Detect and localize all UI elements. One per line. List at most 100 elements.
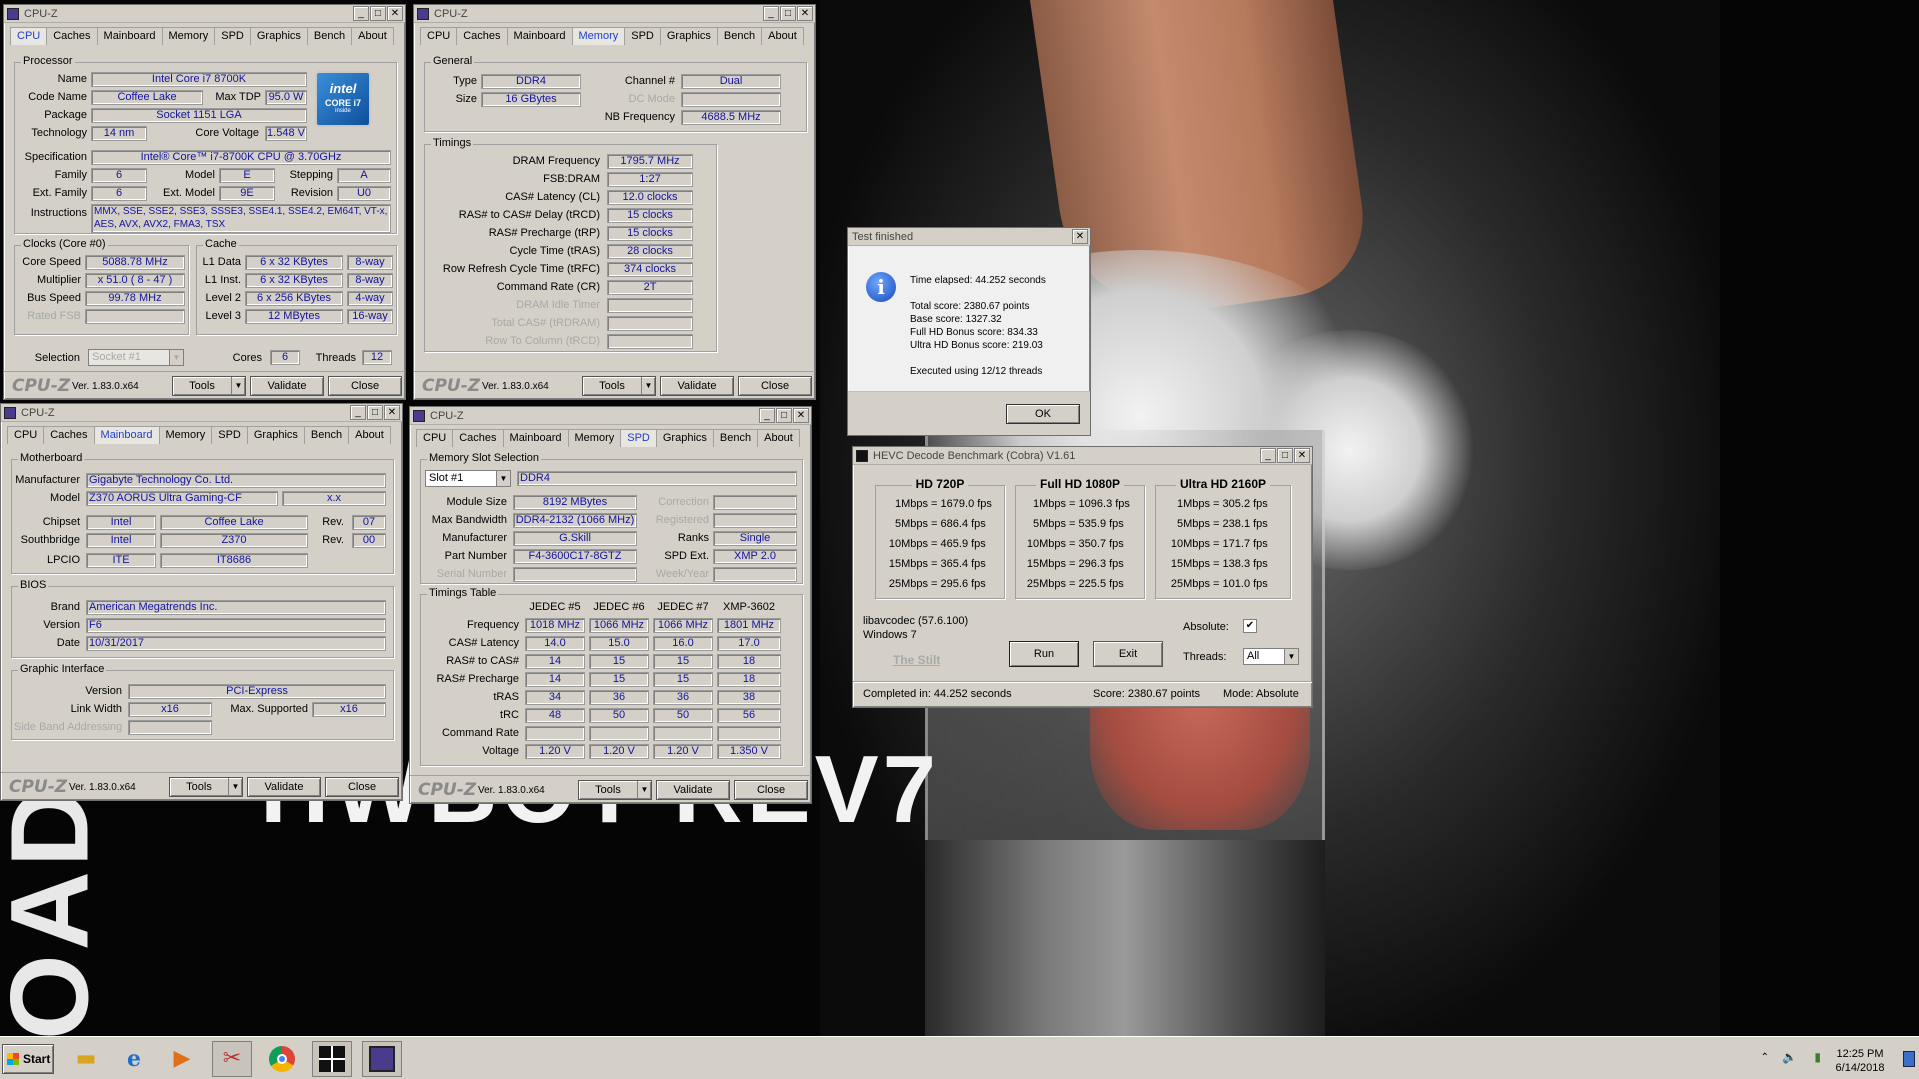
minimize-icon[interactable]: _ [763, 6, 779, 21]
table-cell: 50 [589, 708, 649, 723]
chevron-down-icon[interactable]: ▼ [641, 377, 655, 395]
snipping-tool-icon[interactable]: ✂ [212, 1041, 252, 1077]
credit-link[interactable]: The Stilt [893, 653, 940, 667]
chevron-down-icon[interactable]: ▼ [637, 781, 651, 799]
run-button[interactable]: Run [1009, 641, 1079, 667]
tab-mainboard[interactable]: Mainboard [506, 27, 573, 45]
validate-button[interactable]: Validate [656, 780, 730, 800]
maximize-icon[interactable]: □ [780, 6, 796, 21]
tab-mainboard[interactable]: Mainboard [96, 27, 163, 45]
tab-graphics[interactable]: Graphics [655, 429, 714, 447]
close-icon[interactable]: ✕ [797, 6, 813, 21]
tab-mainboard[interactable]: Mainboard [93, 426, 160, 444]
chevron-down-icon[interactable]: ▼ [228, 778, 242, 796]
tab-graphics[interactable]: Graphics [249, 27, 308, 45]
close-icon[interactable]: ✕ [384, 405, 400, 420]
chevron-down-icon[interactable]: ▼ [231, 377, 245, 395]
tab-graphics[interactable]: Graphics [659, 27, 718, 45]
tab-cpu[interactable]: CPU [420, 27, 458, 45]
tab-caches[interactable]: Caches [46, 27, 98, 45]
tab-cpu[interactable]: CPU [7, 426, 45, 444]
tab-bench[interactable]: Bench [716, 27, 763, 45]
clock[interactable]: 12:25 PM 6/14/2018 [1825, 1047, 1895, 1075]
cpuz-taskbar-icon[interactable] [362, 1041, 402, 1077]
close-icon[interactable]: ✕ [793, 408, 809, 423]
table-cell: 1066 MHz [653, 618, 713, 633]
start-button[interactable]: Start [2, 1044, 54, 1074]
tools-button[interactable]: Tools ▼ [578, 780, 652, 800]
title-bar[interactable]: CPU-Z _ □ ✕ [410, 407, 811, 425]
tools-button[interactable]: Tools ▼ [582, 376, 656, 396]
title-bar[interactable]: HEVC Decode Benchmark (Cobra) V1.61 _ □ ✕ [853, 447, 1312, 465]
close-button[interactable]: Close [738, 376, 812, 396]
tab-about[interactable]: About [757, 429, 800, 447]
maximize-icon[interactable]: □ [367, 405, 383, 420]
close-button[interactable]: Close [734, 780, 808, 800]
minimize-icon[interactable]: _ [759, 408, 775, 423]
media-player-icon[interactable]: ▶ [162, 1041, 202, 1077]
maximize-icon[interactable]: □ [370, 6, 386, 21]
chevron-down-icon[interactable]: ▼ [496, 471, 510, 486]
hevc-benchmark-window: HEVC Decode Benchmark (Cobra) V1.61 _ □ ✕ … [852, 446, 1313, 708]
chevron-down-icon[interactable]: ▼ [169, 350, 183, 365]
tools-button[interactable]: Tools ▼ [172, 376, 246, 396]
minimize-icon[interactable]: _ [1260, 448, 1276, 463]
absolute-checkbox[interactable]: ✔ [1243, 619, 1257, 633]
tab-mainboard[interactable]: Mainboard [502, 429, 569, 447]
title-bar[interactable]: CPU-Z _ □ ✕ [414, 5, 815, 23]
minimize-icon[interactable]: _ [350, 405, 366, 420]
tab-graphics[interactable]: Graphics [246, 426, 305, 444]
network-icon[interactable]: ▮ [1814, 1050, 1821, 1064]
chrome-icon[interactable] [262, 1041, 302, 1077]
tab-caches[interactable]: Caches [43, 426, 95, 444]
registered-label: Registered [655, 514, 709, 526]
tab-memory[interactable]: Memory [571, 27, 626, 45]
volume-icon[interactable]: 🔈 [1782, 1050, 1797, 1064]
ok-button[interactable]: OK [1006, 404, 1080, 424]
validate-button[interactable]: Validate [250, 376, 324, 396]
hevc-benchmark-taskbar-icon[interactable] [312, 1041, 352, 1077]
tab-spd[interactable]: SPD [620, 429, 657, 447]
title-bar[interactable]: CPU-Z _ □ ✕ [4, 5, 405, 23]
close-button[interactable]: Close [325, 777, 399, 797]
tab-spd[interactable]: SPD [624, 27, 661, 45]
tab-caches[interactable]: Caches [456, 27, 508, 45]
tools-label: Tools [186, 781, 212, 793]
show-hidden-icons-icon[interactable]: ⌃ [1761, 1051, 1769, 1065]
close-button[interactable]: Close [328, 376, 402, 396]
tab-cpu[interactable]: CPU [10, 27, 48, 45]
validate-button[interactable]: Validate [247, 777, 321, 797]
tab-spd[interactable]: SPD [211, 426, 248, 444]
validate-button[interactable]: Validate [660, 376, 734, 396]
tab-cpu[interactable]: CPU [416, 429, 454, 447]
internet-explorer-icon[interactable]: e [114, 1041, 154, 1077]
close-icon[interactable]: ✕ [387, 6, 403, 21]
socket-select[interactable]: Socket #1 ▼ [88, 349, 184, 366]
tab-memory[interactable]: Memory [161, 27, 216, 45]
tab-about[interactable]: About [348, 426, 391, 444]
tab-bench[interactable]: Bench [306, 27, 353, 45]
maximize-icon[interactable]: □ [1277, 448, 1293, 463]
show-desktop-icon[interactable] [1903, 1051, 1915, 1067]
title-bar[interactable]: CPU-Z _ □ ✕ [1, 404, 402, 422]
tab-about[interactable]: About [351, 27, 394, 45]
tab-about[interactable]: About [761, 27, 804, 45]
tab-memory[interactable]: Memory [567, 429, 622, 447]
close-icon[interactable]: ✕ [1072, 229, 1088, 244]
folder-icon[interactable]: ▬ [66, 1041, 106, 1077]
tab-caches[interactable]: Caches [452, 429, 504, 447]
chevron-down-icon[interactable]: ▼ [1284, 649, 1298, 664]
tools-button[interactable]: Tools ▼ [169, 777, 243, 797]
threads-select[interactable]: All ▼ [1243, 648, 1299, 665]
tab-bench[interactable]: Bench [712, 429, 759, 447]
exit-button[interactable]: Exit [1093, 641, 1163, 667]
close-icon[interactable]: ✕ [1294, 448, 1310, 463]
table-cell: 18 [717, 654, 781, 669]
minimize-icon[interactable]: _ [353, 6, 369, 21]
maximize-icon[interactable]: □ [776, 408, 792, 423]
tab-spd[interactable]: SPD [214, 27, 251, 45]
tab-memory[interactable]: Memory [158, 426, 213, 444]
tab-bench[interactable]: Bench [303, 426, 350, 444]
dialog-title-bar[interactable]: Test finished ✕ [848, 228, 1090, 246]
slot-select[interactable]: Slot #1 ▼ [425, 470, 511, 487]
